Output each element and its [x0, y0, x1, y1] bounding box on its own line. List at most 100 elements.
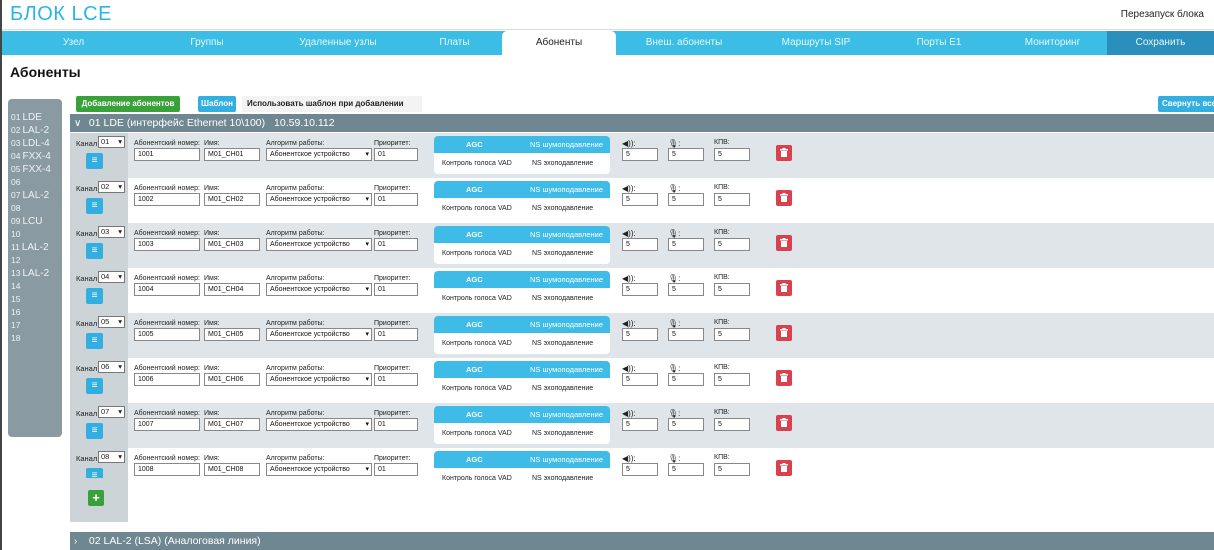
- use-template-toggle[interactable]: Использовать шаблон при добавлении абоне…: [242, 96, 422, 124]
- kpv-field[interactable]: 5: [714, 373, 750, 386]
- agc-toggle[interactable]: AGC: [466, 410, 483, 419]
- mic-volume-field[interactable]: 5: [668, 373, 704, 386]
- vad-toggle[interactable]: Контроль голоса VAD: [442, 295, 512, 302]
- delete-icon[interactable]: [776, 280, 792, 296]
- ns-echo-toggle[interactable]: NS эхоподавление: [532, 295, 593, 302]
- sidebar-item-06[interactable]: 06: [8, 176, 62, 189]
- priority-field[interactable]: 01: [374, 193, 418, 206]
- tab-2[interactable]: Удаленные узлы: [269, 31, 407, 55]
- delete-icon[interactable]: [776, 190, 792, 206]
- priority-field[interactable]: 01: [374, 283, 418, 296]
- agc-toggle[interactable]: AGC: [466, 275, 483, 284]
- sidebar-item-16[interactable]: 16: [8, 306, 62, 319]
- ns-suppression-toggle[interactable]: NS шумоподавление: [530, 230, 603, 239]
- tab-1[interactable]: Группы: [145, 31, 269, 55]
- save-button[interactable]: Сохранить: [1107, 31, 1214, 55]
- number-field[interactable]: 1001: [134, 148, 200, 161]
- reboot-link[interactable]: Перезапуск блока: [1121, 9, 1204, 20]
- menu-icon[interactable]: ≡: [86, 243, 103, 259]
- speaker-volume-field[interactable]: 5: [622, 463, 658, 476]
- speaker-volume-field[interactable]: 5: [622, 373, 658, 386]
- mic-volume-field[interactable]: 5: [668, 283, 704, 296]
- priority-field[interactable]: 01: [374, 238, 418, 251]
- algo-select[interactable]: Абонентское устройство ▾: [266, 148, 372, 161]
- mic-volume-field[interactable]: 5: [668, 463, 704, 476]
- group-header-01[interactable]: ∨ 01 LDE (интерфейс Ethernet 10\100) 10.…: [70, 114, 1214, 132]
- delete-icon[interactable]: [776, 235, 792, 251]
- mic-volume-field[interactable]: 5: [668, 328, 704, 341]
- number-field[interactable]: 1003: [134, 238, 200, 251]
- template-button[interactable]: Шаблон: [198, 96, 236, 112]
- algo-select[interactable]: Абонентское устройство ▾: [266, 463, 372, 476]
- number-field[interactable]: 1007: [134, 418, 200, 431]
- canal-select[interactable]: 06 ▾: [98, 361, 125, 373]
- algo-select[interactable]: Абонентское устройство ▾: [266, 193, 372, 206]
- menu-icon[interactable]: ≡: [86, 423, 103, 439]
- sidebar-item-18[interactable]: 18: [8, 332, 62, 345]
- vad-toggle[interactable]: Контроль голоса VAD: [442, 250, 512, 257]
- name-field[interactable]: M01_CH01: [204, 148, 260, 161]
- canal-select[interactable]: 04 ▾: [98, 271, 125, 283]
- priority-field[interactable]: 01: [374, 373, 418, 386]
- kpv-field[interactable]: 5: [714, 238, 750, 251]
- sidebar-item-12[interactable]: 12: [8, 254, 62, 267]
- speaker-volume-field[interactable]: 5: [622, 328, 658, 341]
- algo-select[interactable]: Абонентское устройство ▾: [266, 418, 372, 431]
- menu-icon[interactable]: ≡: [86, 333, 103, 349]
- mic-volume-field[interactable]: 5: [668, 418, 704, 431]
- ns-echo-toggle[interactable]: NS эхоподавление: [532, 340, 593, 347]
- delete-icon[interactable]: [776, 415, 792, 431]
- agc-toggle[interactable]: AGC: [466, 140, 483, 149]
- tab-8[interactable]: Мониторинг: [998, 31, 1107, 55]
- ns-suppression-toggle[interactable]: NS шумоподавление: [530, 140, 603, 149]
- tab-3[interactable]: Платы: [407, 31, 502, 55]
- mic-volume-field[interactable]: 5: [668, 148, 704, 161]
- kpv-field[interactable]: 5: [714, 328, 750, 341]
- vad-toggle[interactable]: Контроль голоса VAD: [442, 160, 512, 167]
- delete-icon[interactable]: [776, 370, 792, 386]
- vad-toggle[interactable]: Контроль голоса VAD: [442, 205, 512, 212]
- priority-field[interactable]: 01: [374, 328, 418, 341]
- mic-volume-field[interactable]: 5: [668, 193, 704, 206]
- tab-5[interactable]: Внеш. абоненты: [616, 31, 752, 55]
- kpv-field[interactable]: 5: [714, 418, 750, 431]
- sidebar-item-15[interactable]: 15: [8, 293, 62, 306]
- sidebar-item-03[interactable]: 03 LDL-4: [8, 137, 62, 150]
- add-subscriber-icon[interactable]: +: [88, 490, 104, 506]
- agc-toggle[interactable]: AGC: [466, 455, 483, 464]
- sidebar-item-17[interactable]: 17: [8, 319, 62, 332]
- kpv-field[interactable]: 5: [714, 193, 750, 206]
- sidebar-item-14[interactable]: 14: [8, 280, 62, 293]
- sidebar-item-13[interactable]: 13 LAL-2: [8, 267, 62, 280]
- sidebar-item-07[interactable]: 07 LAL-2: [8, 189, 62, 202]
- number-field[interactable]: 1006: [134, 373, 200, 386]
- sidebar-item-05[interactable]: 05 FXX-4: [8, 163, 62, 176]
- menu-icon[interactable]: ≡: [86, 198, 103, 214]
- vad-toggle[interactable]: Контроль голоса VAD: [442, 385, 512, 392]
- ns-echo-toggle[interactable]: NS эхоподавление: [532, 250, 593, 257]
- ns-echo-toggle[interactable]: NS эхоподавление: [532, 385, 593, 392]
- kpv-field[interactable]: 5: [714, 148, 750, 161]
- tab-7[interactable]: Порты E1: [880, 31, 998, 55]
- tab-4[interactable]: Абоненты: [502, 31, 616, 55]
- ns-suppression-toggle[interactable]: NS шумоподавление: [530, 365, 603, 374]
- sidebar-item-04[interactable]: 04 FXX-4: [8, 150, 62, 163]
- ns-suppression-toggle[interactable]: NS шумоподавление: [530, 410, 603, 419]
- speaker-volume-field[interactable]: 5: [622, 238, 658, 251]
- speaker-volume-field[interactable]: 5: [622, 148, 658, 161]
- ns-echo-toggle[interactable]: NS эхоподавление: [532, 430, 593, 437]
- canal-select[interactable]: 01 ▾: [98, 136, 125, 148]
- menu-icon[interactable]: ≡: [86, 288, 103, 304]
- sidebar-item-11[interactable]: 11 LAL-2: [8, 241, 62, 254]
- name-field[interactable]: M01_CH04: [204, 283, 260, 296]
- canal-select[interactable]: 03 ▾: [98, 226, 125, 238]
- canal-select[interactable]: 08 ▾: [98, 451, 125, 463]
- kpv-field[interactable]: 5: [714, 463, 750, 476]
- ns-echo-toggle[interactable]: NS эхоподавление: [532, 160, 593, 167]
- canal-select[interactable]: 02 ▾: [98, 181, 125, 193]
- ns-suppression-toggle[interactable]: NS шумоподавление: [530, 320, 603, 329]
- agc-toggle[interactable]: AGC: [466, 230, 483, 239]
- vad-toggle[interactable]: Контроль голоса VAD: [442, 430, 512, 437]
- number-field[interactable]: 1002: [134, 193, 200, 206]
- name-field[interactable]: M01_CH08: [204, 463, 260, 476]
